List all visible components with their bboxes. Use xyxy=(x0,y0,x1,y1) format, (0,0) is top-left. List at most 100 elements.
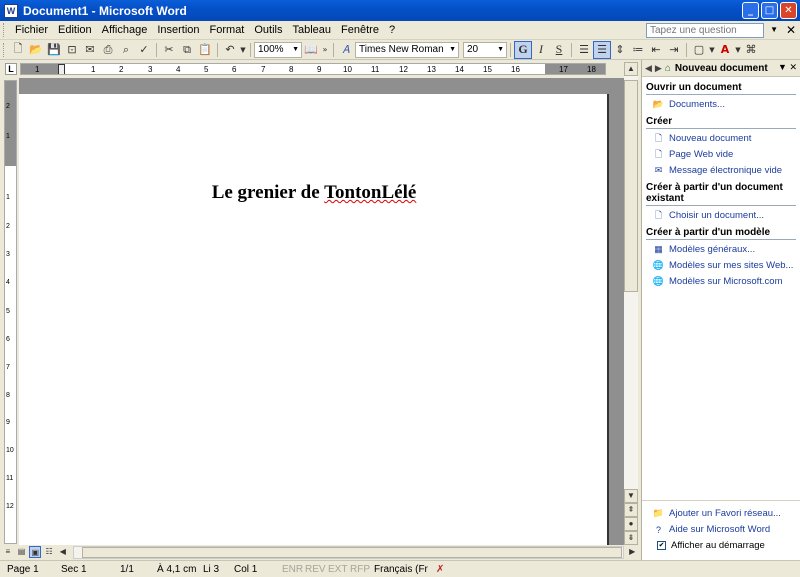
italic-button[interactable]: I xyxy=(532,41,550,59)
menu-grip[interactable] xyxy=(3,23,6,37)
document-page[interactable]: Le grenier de TontonLélé xyxy=(19,94,609,545)
bold-button[interactable]: G xyxy=(514,40,532,59)
reading-mode-icon[interactable]: 📖 xyxy=(302,41,320,59)
spelling-icon[interactable]: ✓ xyxy=(135,41,153,59)
new-document-icon[interactable]: 🗋 xyxy=(9,41,27,59)
web-view-icon[interactable]: ▤ xyxy=(16,546,28,558)
scroll-thumb[interactable] xyxy=(624,80,638,292)
zoom-select[interactable]: 100% ▼ xyxy=(254,41,302,58)
permission-icon[interactable]: ⊡ xyxy=(63,41,81,59)
styles-icon[interactable]: 𝐴 xyxy=(337,41,355,59)
undo-dropdown-icon[interactable]: ▼ xyxy=(239,41,247,59)
back-icon[interactable]: ◀ xyxy=(645,63,652,74)
print-icon[interactable]: ⎙ xyxy=(99,41,117,59)
ask-question-input[interactable]: Tapez une question xyxy=(646,23,764,38)
show-at-startup-checkbox[interactable]: ✔ Afficher au démarrage xyxy=(657,540,800,551)
cut-icon[interactable]: ✂ xyxy=(160,41,178,59)
horizontal-ruler-row: L 1 1 2 3 4 5 6 7 8 9 10 11 12 13 14 15 … xyxy=(0,61,638,77)
research-icon[interactable]: ⌘ xyxy=(742,41,760,59)
font-color-dropdown-icon[interactable]: ▼ xyxy=(734,41,742,59)
menu-affichage[interactable]: Affichage xyxy=(97,24,153,36)
vertical-scrollbar[interactable]: ▲ ▼ ⇞ ● ⇟ xyxy=(624,62,638,545)
spelling-status-icon[interactable]: ✗ xyxy=(436,564,444,575)
word-app-icon[interactable]: W xyxy=(4,3,18,18)
status-position: À 4,1 cm xyxy=(157,564,197,575)
horizontal-scroll-thumb[interactable] xyxy=(81,546,622,558)
horizontal-ruler[interactable]: 1 1 2 3 4 5 6 7 8 9 10 11 12 13 14 15 16… xyxy=(20,63,606,75)
status-ext[interactable]: EXT xyxy=(328,564,347,575)
previous-page-icon[interactable]: ⇞ xyxy=(624,503,638,517)
tab-selector[interactable]: L xyxy=(5,63,17,75)
print-view-icon[interactable]: ▣ xyxy=(29,546,42,558)
link-email[interactable]: ✉ Message électronique vide xyxy=(653,164,800,177)
ask-dropdown-icon[interactable]: ▼ xyxy=(770,25,778,34)
paste-icon[interactable]: 📋 xyxy=(196,41,214,59)
maximize-button[interactable]: □ xyxy=(761,2,778,19)
close-button[interactable]: ✕ xyxy=(780,2,797,19)
menu-outils[interactable]: Outils xyxy=(249,24,287,36)
menu-insertion[interactable]: Insertion xyxy=(152,24,204,36)
borders-icon[interactable]: ▢ xyxy=(690,41,708,59)
link-ms-templates[interactable]: 🌐 Modèles sur Microsoft.com xyxy=(653,275,800,288)
link-choose-document[interactable]: 🗋 Choisir un document... xyxy=(653,209,800,222)
scroll-left-icon[interactable]: ◀ xyxy=(57,546,69,558)
scroll-down-icon[interactable]: ▼ xyxy=(624,489,638,503)
font-select[interactable]: Times New Roman ▼ xyxy=(355,41,459,58)
font-size-select[interactable]: 20 ▼ xyxy=(463,41,507,58)
email-icon[interactable]: ✉ xyxy=(81,41,99,59)
align-left-icon[interactable]: ☰ xyxy=(575,41,593,59)
outline-view-icon[interactable]: ☷ xyxy=(43,546,55,558)
undo-icon[interactable]: ↶ xyxy=(221,41,239,59)
open-folder-icon[interactable]: 📂 xyxy=(27,41,45,59)
toolbar-grip[interactable] xyxy=(3,42,6,57)
status-enr[interactable]: ENR xyxy=(282,564,303,575)
link-documents[interactable]: 📂 Documents... xyxy=(653,98,800,111)
chevron-down-icon[interactable]: ▼ xyxy=(497,46,504,53)
menu-tableau[interactable]: Tableau xyxy=(288,24,337,36)
browse-object-icon[interactable]: ● xyxy=(624,517,638,531)
horizontal-scrollbar[interactable] xyxy=(72,545,625,559)
link-web-templates[interactable]: 🌐 Modèles sur mes sites Web... xyxy=(653,259,800,272)
vertical-ruler[interactable]: 2 1 1 2 3 4 5 6 7 8 9 10 11 12 xyxy=(4,80,17,544)
document-heading[interactable]: Le grenier de TontonLélé xyxy=(19,182,609,204)
task-pane-menu-icon[interactable]: ▼ ✕ xyxy=(778,62,797,73)
numbered-list-icon[interactable]: ≔ xyxy=(629,41,647,59)
ruler-number: 17 xyxy=(559,65,568,74)
home-icon[interactable]: ⌂ xyxy=(665,63,671,74)
chevron-down-icon[interactable]: ▼ xyxy=(449,46,456,53)
print-preview-icon[interactable]: ⌕ xyxy=(117,41,135,59)
border-dropdown-icon[interactable]: ▼ xyxy=(708,41,716,59)
link-general-templates[interactable]: ▦ Modèles généraux... xyxy=(653,243,800,256)
status-rev[interactable]: REV xyxy=(305,564,326,575)
menu-fichier[interactable]: Fichier xyxy=(10,24,53,36)
save-icon[interactable]: 💾 xyxy=(45,41,63,59)
normal-view-icon[interactable]: ≡ xyxy=(2,546,14,558)
menu-help[interactable]: ? xyxy=(384,24,400,36)
underline-button[interactable]: S xyxy=(550,41,568,59)
link-new-document[interactable]: 🗋 Nouveau document xyxy=(653,132,800,145)
line-spacing-icon[interactable]: ⇕ xyxy=(611,41,629,59)
checkbox-checked-icon[interactable]: ✔ xyxy=(657,541,666,550)
link-add-favorite[interactable]: 📁 Ajouter un Favori réseau... xyxy=(653,507,800,520)
indent-marker[interactable] xyxy=(58,64,65,74)
status-rfp[interactable]: RFP xyxy=(350,564,370,575)
status-language[interactable]: Français (Fr xyxy=(374,564,428,575)
link-web-page[interactable]: 🗋 Page Web vide xyxy=(653,148,800,161)
forward-icon[interactable]: ▶ xyxy=(655,63,662,74)
increase-indent-icon[interactable]: ⇥ xyxy=(665,41,683,59)
document-close-button[interactable]: ✕ xyxy=(786,23,796,37)
chevron-down-icon[interactable]: ▼ xyxy=(292,46,299,53)
decrease-indent-icon[interactable]: ⇤ xyxy=(647,41,665,59)
menu-fenetre[interactable]: Fenêtre xyxy=(336,24,384,36)
align-center-icon[interactable]: ☰ xyxy=(593,40,611,59)
scroll-right-icon[interactable]: ▶ xyxy=(626,546,638,558)
menu-edition[interactable]: Edition xyxy=(53,24,97,36)
toolbar-options-icon[interactable]: » xyxy=(320,41,330,59)
link-help[interactable]: ? Aide sur Microsoft Word xyxy=(653,523,800,536)
copy-icon[interactable]: ⧉ xyxy=(178,41,196,59)
font-color-icon[interactable]: A xyxy=(716,41,734,59)
menu-format[interactable]: Format xyxy=(205,24,250,36)
next-page-icon[interactable]: ⇟ xyxy=(624,531,638,545)
minimize-button[interactable]: _ xyxy=(742,2,759,19)
scroll-up-icon[interactable]: ▲ xyxy=(624,62,638,76)
